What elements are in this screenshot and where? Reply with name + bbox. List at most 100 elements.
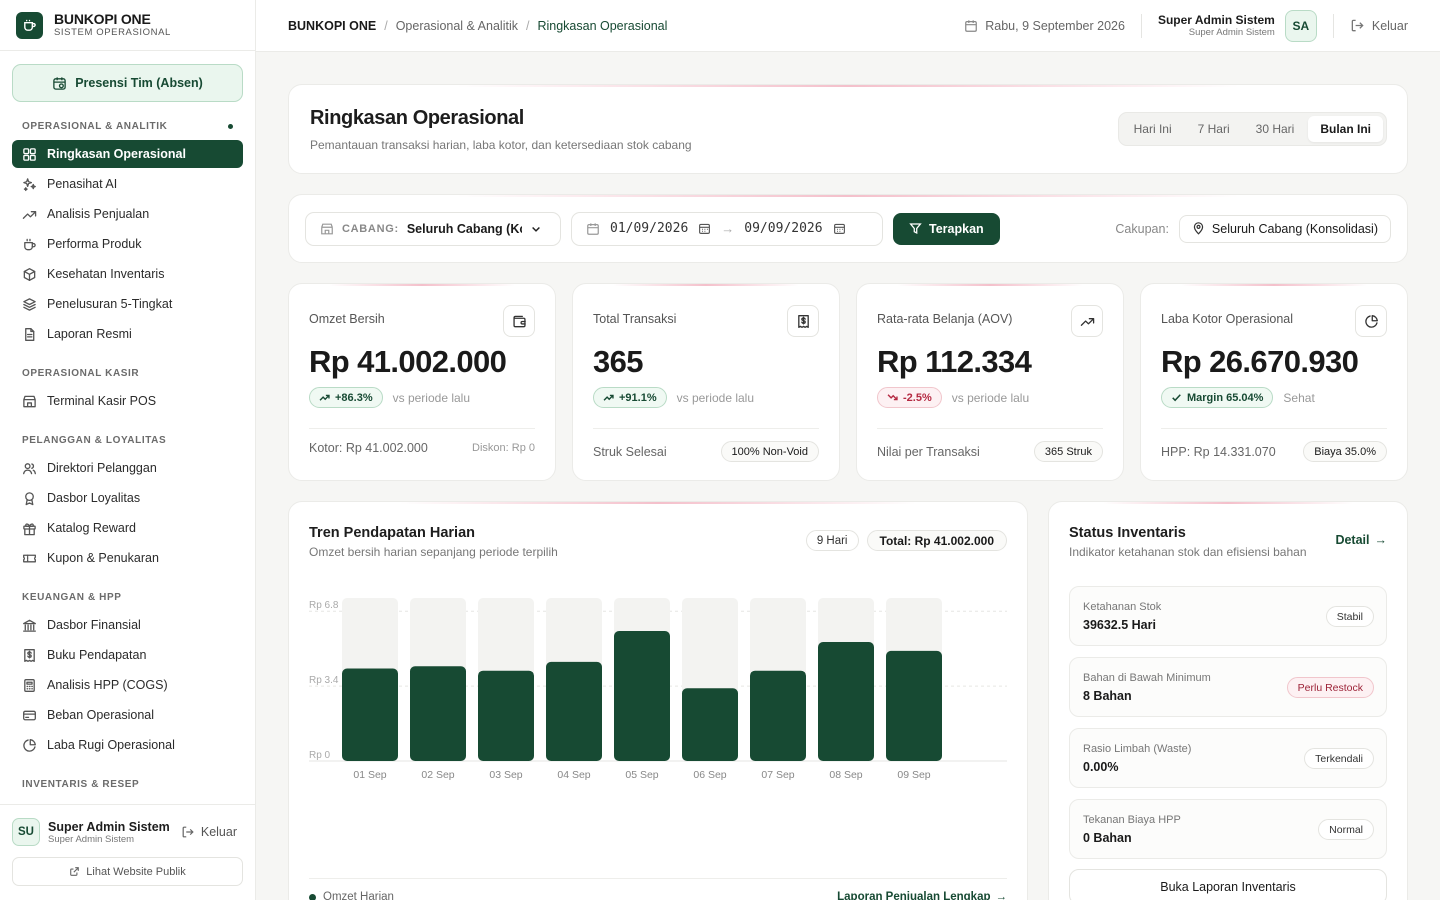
sidebar-user-name: Super Admin Sistem	[48, 819, 170, 834]
inventory-detail-label: Detail	[1335, 533, 1370, 547]
date-from-input[interactable]: 01/09/2026	[610, 221, 688, 236]
tab-period-7-hari[interactable]: 7 Hari	[1186, 116, 1242, 142]
map-pin-icon	[1192, 222, 1205, 235]
branch-label: CABANG:	[342, 222, 399, 235]
sidebar-item-kupon-penukaran[interactable]: Kupon & Penukaran	[12, 544, 243, 572]
status-badge: Stabil	[1325, 606, 1374, 627]
sidebar-item-penasihat-ai[interactable]: Penasihat AI	[12, 170, 243, 198]
avatar[interactable]: SA	[1284, 9, 1317, 42]
calendar-icon	[586, 222, 600, 236]
gift-icon	[22, 521, 37, 536]
kpi-label: Rata-rata Belanja (AOV)	[877, 312, 1013, 326]
sidebar-item-buku-pendapatan[interactable]: Buku Pendapatan	[12, 641, 243, 669]
inventory-row-rasio-limbah-waste[interactable]: Rasio Limbah (Waste) 0.00% Terkendali	[1069, 728, 1387, 788]
sidebar-item-katalog-reward[interactable]: Katalog Reward	[12, 514, 243, 542]
sidebar-item-beban-operasional[interactable]: Beban Operasional	[12, 701, 243, 729]
full-sales-report-label: Laporan Penjualan Lengkap	[837, 891, 991, 900]
x-tick-label: 08 Sep	[829, 769, 862, 781]
nav-section-title: OPERASIONAL KASIR	[0, 365, 255, 381]
topbar-logout-button[interactable]: Keluar	[1332, 13, 1408, 38]
kpi-footer-left: Struk Selesai	[593, 444, 667, 459]
sidebar-item-analisis-hpp-cogs[interactable]: Analisis HPP (COGS)	[12, 671, 243, 699]
inventory-title: Status Inventaris	[1069, 525, 1186, 541]
trend-subtitle: Omzet bersih harian sepanjang periode te…	[309, 545, 558, 559]
sidebar-item-direktori-pelanggan[interactable]: Direktori Pelanggan	[12, 454, 243, 482]
kpi-footer-left: Nilai per Transaksi	[877, 444, 980, 459]
kpi-icon-button[interactable]	[503, 305, 535, 337]
box-icon	[22, 267, 37, 282]
bar[interactable]	[546, 661, 602, 761]
kpi-footer-chip: Biaya 35.0%	[1303, 441, 1387, 462]
sidebar-item-analisis-penjualan[interactable]: Analisis Penjualan	[12, 200, 243, 228]
sidebar-item-laporan-resmi[interactable]: Laporan Resmi	[12, 320, 243, 348]
scope-pill[interactable]: Seluruh Cabang (Konsolidasi)	[1178, 214, 1391, 243]
kpi-footer-right: Diskon: Rp 0	[472, 442, 535, 454]
date-picker-icon[interactable]	[698, 222, 711, 235]
trend-down-icon	[887, 392, 898, 403]
current-date-text: Rabu, 9 September 2026	[985, 18, 1125, 33]
branch-value: Seluruh Cabang (Konsolidasi)	[406, 221, 522, 236]
date-picker-icon[interactable]	[833, 222, 846, 235]
bar[interactable]	[478, 670, 534, 761]
full-sales-report-link[interactable]: Laporan Penjualan Lengkap →	[837, 891, 1007, 900]
sidebar-item-kesehatan-inventaris[interactable]: Kesehatan Inventaris	[12, 260, 243, 288]
apply-filter-button[interactable]: Terapkan	[893, 212, 1000, 245]
open-inventory-report-button[interactable]: Buka Laporan Inventaris	[1069, 869, 1387, 900]
layers-icon	[22, 297, 37, 312]
avatar[interactable]: SU	[12, 818, 40, 846]
trend-up-icon	[319, 392, 330, 403]
kpi-icon-button[interactable]	[787, 305, 819, 337]
kpi-change-value: +86.3%	[335, 391, 373, 404]
breadcrumb-separator: /	[384, 18, 388, 33]
sidebar-item-dasbor-loyalitas[interactable]: Dasbor Loyalitas	[12, 484, 243, 512]
x-tick-label: 05 Sep	[625, 769, 658, 781]
nav-section-title: KEUANGAN & HPP	[0, 589, 255, 605]
page-header-card: Ringkasan Operasional Pemantauan transak…	[288, 84, 1408, 174]
sidebar-item-ringkasan-operasional[interactable]: Ringkasan Operasional	[12, 140, 243, 168]
topbar: BUNKOPI ONE / Operasional & Analitik / R…	[256, 0, 1440, 52]
sidebar-item-penelusuran-5-tingkat[interactable]: Penelusuran 5-Tingkat	[12, 290, 243, 318]
inventory-detail-link[interactable]: Detail →	[1335, 533, 1387, 547]
inventory-row-ketahanan-stok[interactable]: Ketahanan Stok 39632.5 Hari Stabil	[1069, 586, 1387, 646]
public-website-link[interactable]: Lihat Website Publik	[12, 857, 243, 886]
tab-period-30-hari[interactable]: 30 Hari	[1244, 116, 1307, 142]
kpi-change-value: +91.1%	[619, 391, 657, 404]
kpi-icon-button[interactable]	[1355, 305, 1387, 337]
legend-label: Omzet Harian	[323, 891, 394, 900]
sidebar-item-label: Penasihat AI	[47, 177, 118, 191]
breadcrumb-item[interactable]: BUNKOPI ONE	[288, 19, 376, 33]
sidebar-item-laba-rugi-operasional[interactable]: Laba Rugi Operasional	[12, 731, 243, 759]
kpi-note: vs periode lalu	[951, 390, 1030, 405]
tab-period-bulan-ini[interactable]: Bulan Ini	[1308, 116, 1383, 142]
bar[interactable]	[342, 668, 398, 761]
breadcrumb-separator: /	[525, 18, 530, 33]
date-to-input[interactable]: 09/09/2026	[744, 221, 822, 236]
sidebar-item-terminal-kasir-pos[interactable]: Terminal Kasir POS	[12, 387, 243, 415]
bar[interactable]	[886, 650, 942, 761]
bar[interactable]	[750, 670, 806, 761]
y-tick-label: Rp 6.8	[309, 600, 339, 611]
sidebar-item-dasbor-finansial[interactable]: Dasbor Finansial	[12, 611, 243, 639]
kpi-label: Total Transaksi	[593, 312, 677, 326]
kpi-footer-left: HPP: Rp 14.331.070	[1161, 444, 1276, 459]
sidebar-item-performa-produk[interactable]: Performa Produk	[12, 230, 243, 258]
inventory-row-tekanan-biaya-hpp[interactable]: Tekanan Biaya HPP 0 Bahan Normal	[1069, 799, 1387, 859]
kpi-icon-button[interactable]	[1071, 305, 1103, 337]
tab-period-hari-ini[interactable]: Hari Ini	[1122, 116, 1184, 142]
topbar-logout-label: Keluar	[1371, 18, 1408, 33]
kpi-value: Rp 26.670.930	[1161, 344, 1359, 379]
kpi-change-badge: -2.5%	[877, 387, 942, 408]
inventory-row-bahan-di-bawah-minimum[interactable]: Bahan di Bawah Minimum 8 Bahan Perlu Resto…	[1069, 657, 1387, 717]
presensi-button[interactable]: Presensi Tim (Absen)	[12, 64, 243, 102]
branch-select[interactable]: CABANG: Seluruh Cabang (Konsolidasi)	[305, 211, 561, 246]
bar[interactable]	[682, 688, 738, 761]
kpi-label: Omzet Bersih	[309, 312, 385, 326]
brand[interactable]: BUNKOPI ONE SISTEM OPERASIONAL	[0, 0, 255, 51]
wallet-icon	[512, 314, 527, 329]
nav-section-label: OPERASIONAL & ANALITIK	[22, 120, 168, 132]
bar[interactable]	[818, 642, 874, 761]
bar[interactable]	[410, 666, 466, 761]
breadcrumb-item[interactable]: Operasional & Analitik	[396, 19, 518, 33]
bar[interactable]	[614, 631, 670, 761]
sidebar-logout-button[interactable]: Keluar	[181, 825, 243, 839]
